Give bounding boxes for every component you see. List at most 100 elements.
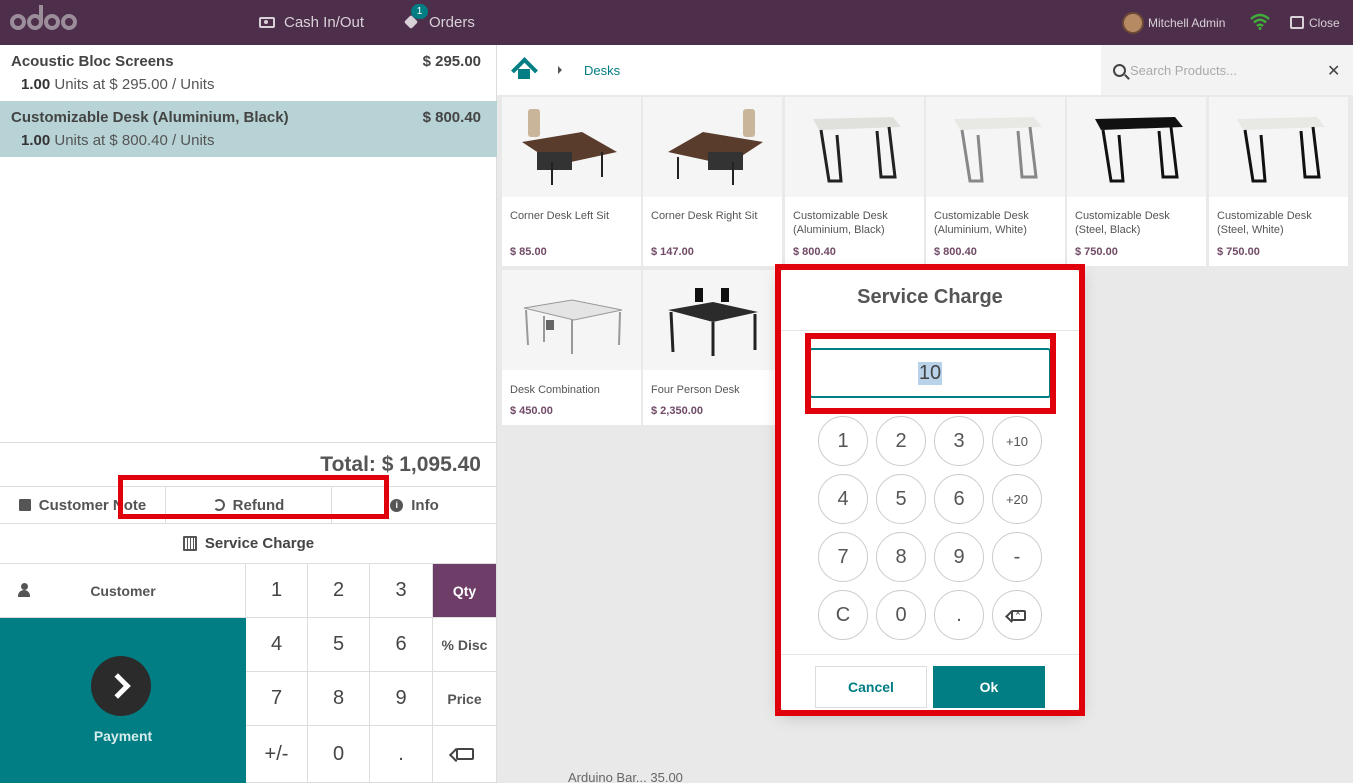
product-card[interactable]: Customizable Desk (Steel, White) $ 750.0… <box>1209 97 1348 266</box>
numpad-key-6[interactable]: 6 <box>370 618 433 672</box>
product-toolbar: Desks ✕ <box>497 45 1353 95</box>
product-price: $ 800.40 <box>793 246 836 258</box>
breadcrumb-desks[interactable]: Desks <box>584 63 620 78</box>
tag-icon: 1 <box>403 4 428 31</box>
order-line-name: Customizable Desk (Aluminium, Black) <box>11 109 289 126</box>
product-image <box>643 270 782 370</box>
order-line-selected[interactable]: Customizable Desk (Aluminium, Black) $ 8… <box>0 101 497 157</box>
product-name: Corner Desk Left Sit <box>510 210 610 222</box>
top-bar: Cash In/Out 1 Orders Mitchell Admin Clos… <box>0 0 1353 45</box>
chevron-right-icon <box>91 656 151 716</box>
info-icon: i <box>390 498 404 512</box>
orders-count-badge: 1 <box>411 4 428 19</box>
partial-product-row: Arduino Bar... 35.00 <box>568 770 683 783</box>
numpad-mode-price[interactable]: Price <box>433 672 497 726</box>
close-label: Close <box>1309 15 1340 30</box>
product-name: Desk Combination <box>510 384 600 396</box>
product-price: $ 147.00 <box>651 246 694 258</box>
numpad-mode-discount[interactable]: % Disc <box>433 618 497 672</box>
product-card[interactable]: Customizable Desk (Aluminium, White) $ 8… <box>926 97 1065 266</box>
service-charge-row: Service Charge <box>0 524 497 564</box>
product-image <box>1209 97 1348 197</box>
numpad-key-8[interactable]: 8 <box>308 672 370 726</box>
highlight-amount-input <box>805 333 1056 414</box>
sign-out-icon <box>1290 16 1304 29</box>
product-price: $ 2,350.00 <box>651 405 703 417</box>
order-line-qty: 1.00 <box>21 76 51 93</box>
service-charge-button[interactable]: Service Charge <box>182 535 315 552</box>
product-image <box>926 97 1065 197</box>
highlight-popup <box>775 264 1085 716</box>
search-icon <box>1113 64 1126 77</box>
numpad-key-decimal[interactable]: . <box>370 726 433 783</box>
product-price: $ 750.00 <box>1217 246 1260 258</box>
product-name: Corner Desk Right Sit <box>651 210 758 222</box>
product-name: Customizable Desk (Steel, Black) <box>1075 210 1170 236</box>
product-image <box>502 97 641 197</box>
search-box: ✕ <box>1101 45 1353 95</box>
order-line-unit-text: Units at $ 800.40 / Units <box>54 132 215 149</box>
highlight-service-charge <box>118 475 389 519</box>
product-name: Customizable Desk (Steel, White) <box>1217 210 1312 236</box>
customer-button[interactable]: Customer <box>0 564 246 618</box>
payment-label: Payment <box>93 728 153 744</box>
product-price: $ 85.00 <box>510 246 547 258</box>
product-image <box>1067 97 1206 197</box>
order-line-unit-text: Units at $ 295.00 / Units <box>54 76 215 93</box>
order-line-price: $ 295.00 <box>422 53 481 70</box>
product-name: Customizable Desk (Aluminium, White) <box>934 210 1029 236</box>
product-image <box>785 97 924 197</box>
numpad-key-9[interactable]: 9 <box>370 672 433 726</box>
product-name: Customizable Desk (Aluminium, Black) <box>793 210 888 236</box>
cash-icon <box>259 17 275 28</box>
user-name: Mitchell Admin <box>1148 15 1226 30</box>
order-line[interactable]: Acoustic Bloc Screens $ 295.00 1.00 Unit… <box>0 45 497 101</box>
search-input[interactable] <box>1130 60 1320 80</box>
numpad-key-0[interactable]: 0 <box>308 726 370 783</box>
product-card[interactable]: Desk Combination $ 450.00 <box>502 270 641 425</box>
orders-label: Orders <box>429 14 475 31</box>
product-price: $ 450.00 <box>510 405 553 417</box>
product-card[interactable]: Corner Desk Right Sit $ 147.00 <box>643 97 782 266</box>
service-charge-label: Service Charge <box>204 535 315 552</box>
numpad-key-3[interactable]: 3 <box>370 564 433 618</box>
orders-button[interactable]: 1 Orders <box>403 0 475 45</box>
numpad-key-7[interactable]: 7 <box>246 672 308 726</box>
numpad-backspace[interactable] <box>433 726 497 783</box>
product-card[interactable]: Customizable Desk (Aluminium, Black) $ 8… <box>785 97 924 266</box>
numpad-mode-qty[interactable]: Qty <box>433 564 497 618</box>
order-line-name: Acoustic Bloc Screens <box>11 53 174 70</box>
product-card[interactable]: Corner Desk Left Sit $ 85.00 <box>502 97 641 266</box>
backspace-icon <box>455 748 474 760</box>
calculator-icon <box>182 536 197 551</box>
order-line-price: $ 800.40 <box>422 109 481 126</box>
product-card[interactable]: Customizable Desk (Steel, Black) $ 750.0… <box>1067 97 1206 266</box>
caret-right-icon <box>558 66 562 74</box>
user-menu[interactable]: Mitchell Admin <box>1122 0 1225 45</box>
product-image <box>502 270 641 370</box>
numpad-key-1[interactable]: 1 <box>246 564 308 618</box>
numpad-key-4[interactable]: 4 <box>246 618 308 672</box>
close-button[interactable]: Close <box>1290 0 1340 45</box>
product-price: $ 800.40 <box>934 246 977 258</box>
product-name: Four Person Desk <box>651 384 740 396</box>
payment-button[interactable]: Payment <box>0 618 246 783</box>
home-icon[interactable] <box>513 61 535 79</box>
numpad: 1 2 3 Qty 4 5 6 % Disc 7 8 9 Price +/- 0… <box>246 564 497 783</box>
product-card[interactable]: Four Person Desk $ 2,350.00 <box>643 270 782 425</box>
wifi-icon <box>1250 13 1270 30</box>
numpad-key-5[interactable]: 5 <box>308 618 370 672</box>
numpad-key-plus-minus[interactable]: +/- <box>246 726 308 783</box>
clear-search-icon[interactable]: ✕ <box>1327 61 1340 80</box>
cash-in-out-button[interactable]: Cash In/Out <box>259 0 364 45</box>
product-image <box>643 97 782 197</box>
product-price: $ 750.00 <box>1075 246 1118 258</box>
order-line-info: 1.00 Units at $ 800.40 / Units <box>11 132 486 149</box>
numpad-key-2[interactable]: 2 <box>308 564 370 618</box>
order-line-qty: 1.00 <box>21 132 51 149</box>
cash-in-out-label: Cash In/Out <box>284 14 365 31</box>
odoo-logo <box>10 5 77 38</box>
order-line-info: 1.00 Units at $ 295.00 / Units <box>11 76 486 93</box>
avatar <box>1122 11 1144 34</box>
order-panel: Acoustic Bloc Screens $ 295.00 1.00 Unit… <box>0 45 497 783</box>
